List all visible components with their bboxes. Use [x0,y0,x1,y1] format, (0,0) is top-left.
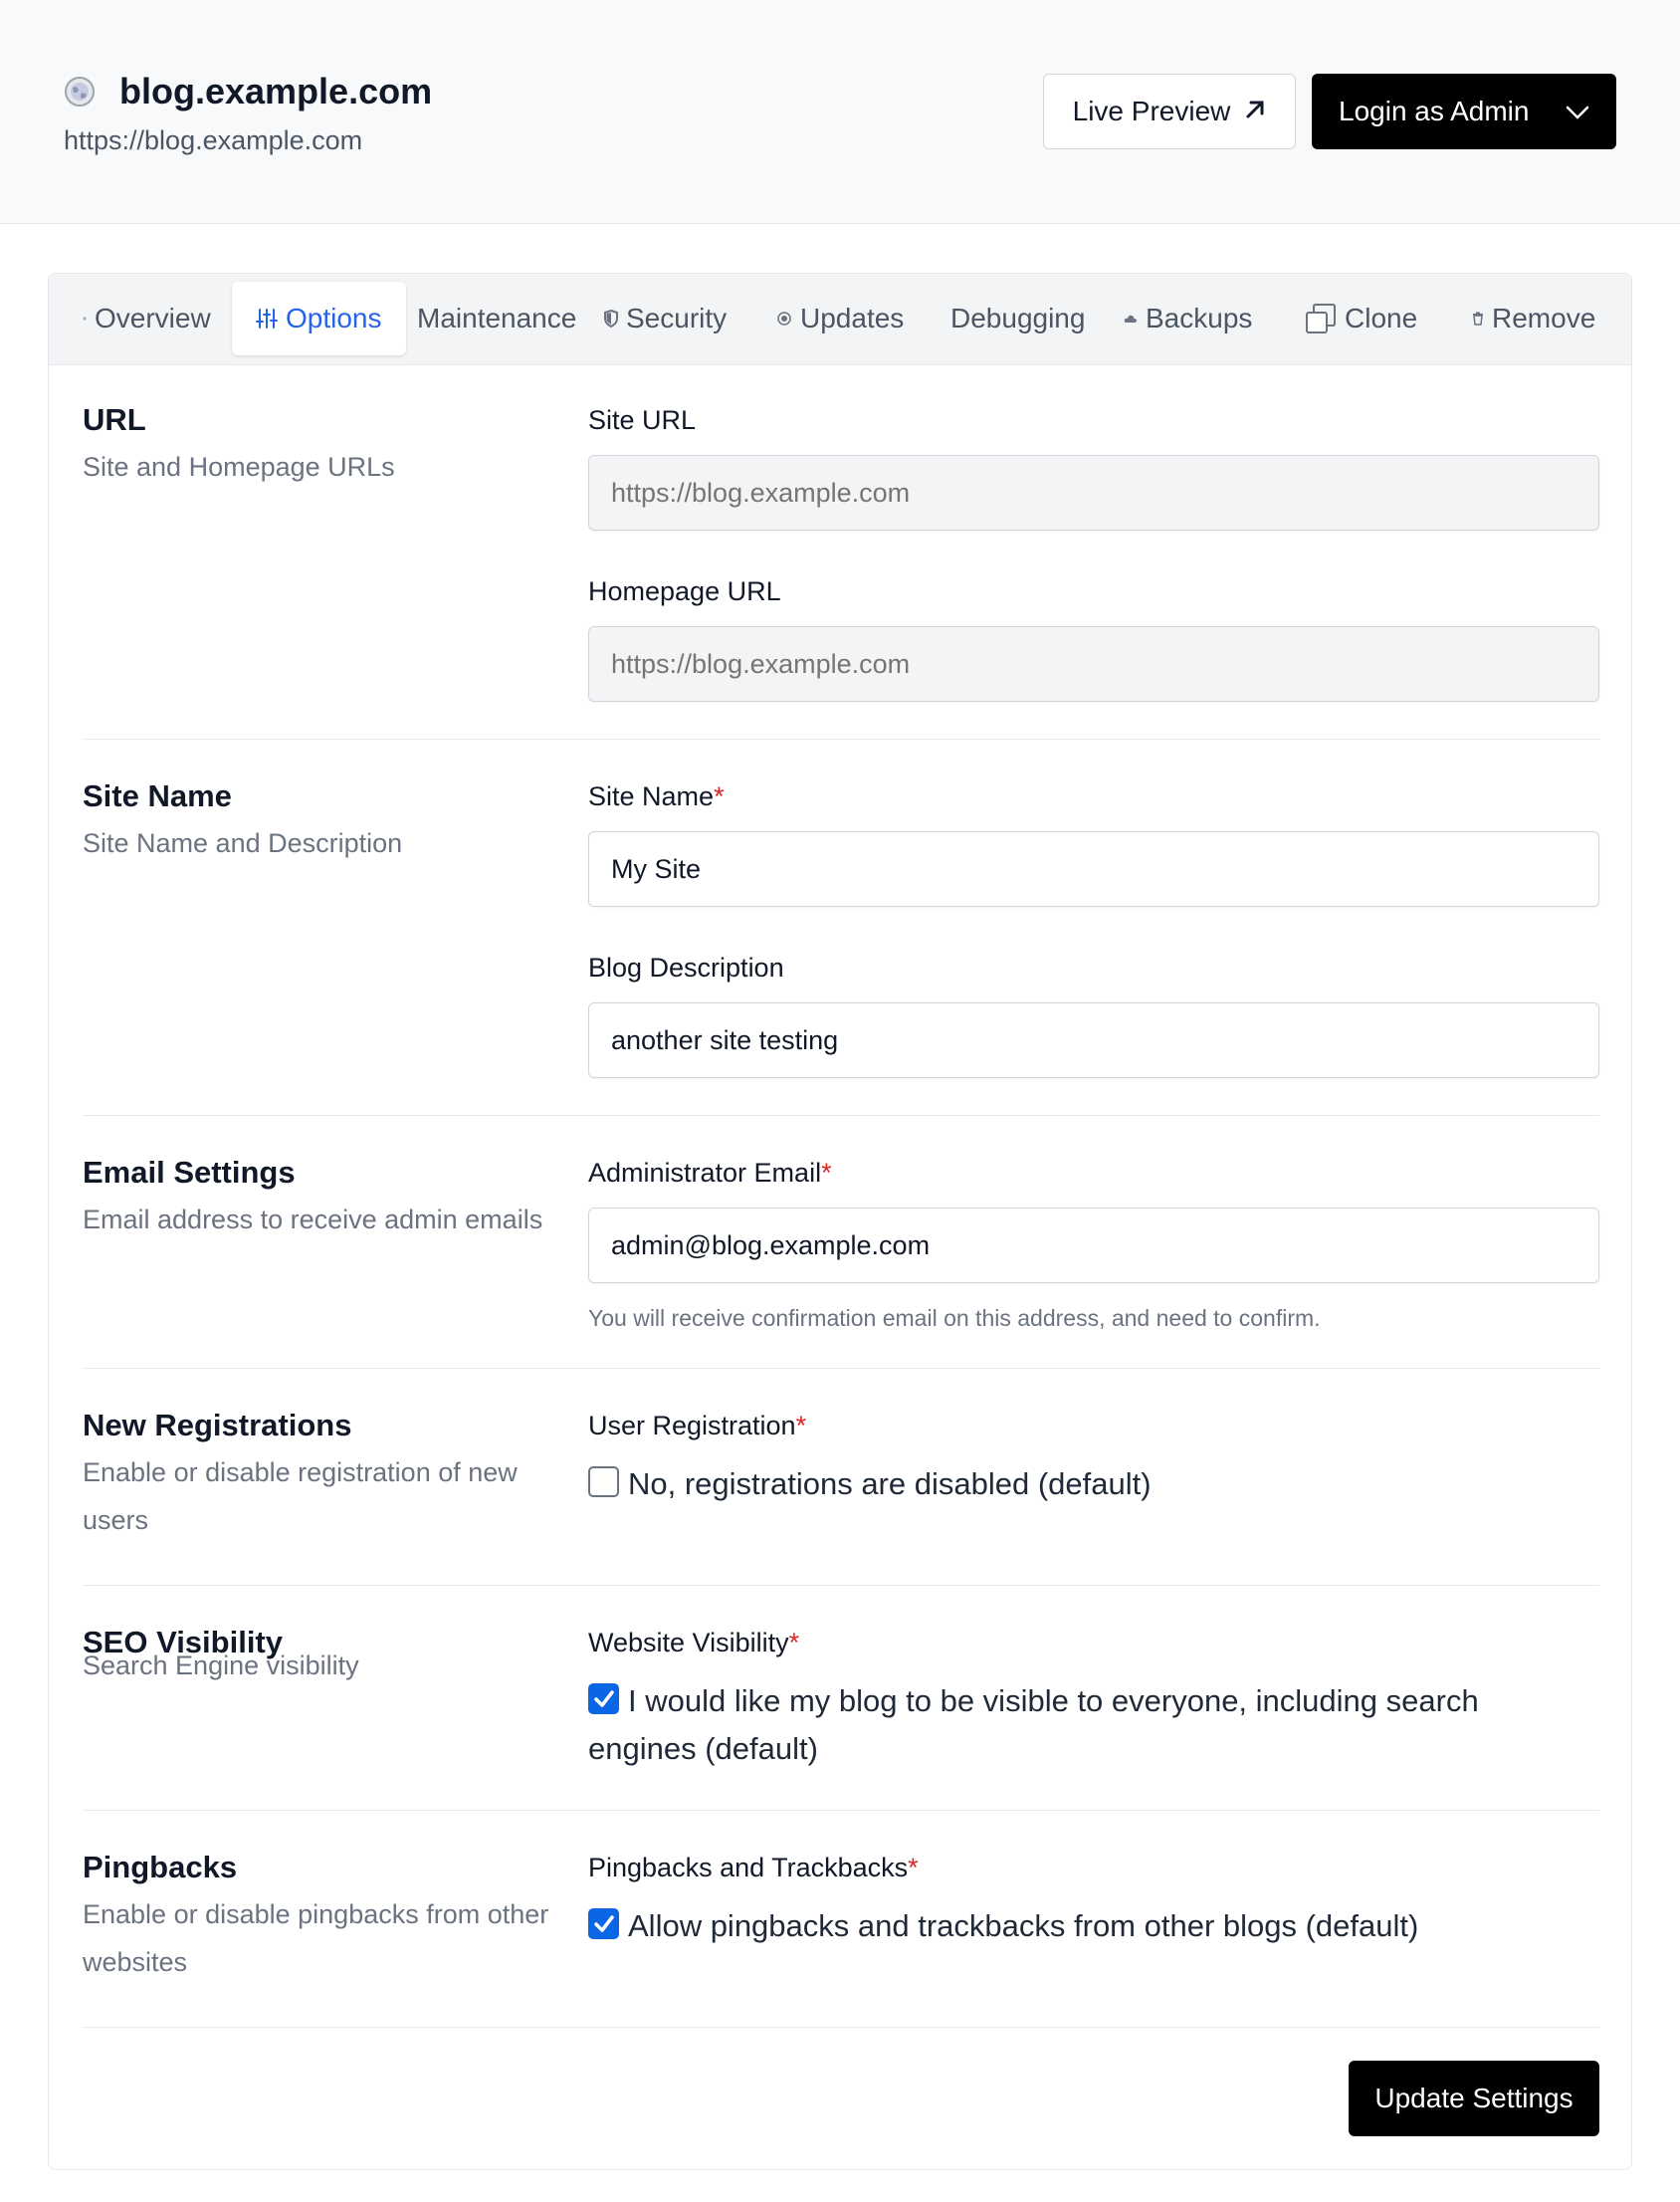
section-description: Site and Homepage URLs [83,452,395,482]
pingbacks-checkbox-label: Allow pingbacks and trackbacks from othe… [628,1908,1419,1943]
required-marker: * [908,1853,919,1882]
site-title: blog.example.com [119,71,433,111]
cloud-icon [1124,314,1138,324]
site-header: blog.example.com https://blog.example.co… [0,0,1680,224]
section-divider [83,1810,1599,1811]
homepage-url-input[interactable] [588,626,1599,702]
tab-security[interactable]: Security [604,282,727,355]
required-marker: * [795,1411,807,1440]
required-marker: * [788,1628,800,1657]
tab-label: Security [626,303,728,333]
section-title: Email Settings [83,1155,296,1190]
login-as-admin-button[interactable]: Login as Admin [1312,74,1616,149]
homepage-url-label: Homepage URL [588,576,781,606]
visibility-checkbox-label: I would like my blog to be visible to ev… [588,1683,1479,1766]
tab-bar: Overview Options Maintenance Security Up… [49,274,1631,365]
site-url-input[interactable] [588,455,1599,531]
external-link-icon [1244,96,1266,127]
trash-icon [1472,312,1484,326]
tab-label: Backups [1146,303,1253,333]
admin-email-label: Administrator Email* [588,1158,832,1188]
radio-icon [776,311,792,327]
registration-checkbox-label: No, registrations are disabled (default) [628,1466,1152,1501]
email-section: Email Settings Email address to receive … [83,1154,1599,1353]
section-divider [83,1115,1599,1116]
section-title: URL [83,402,146,437]
tab-overview[interactable]: Overview [83,282,211,355]
section-divider [83,1585,1599,1586]
section-description: Enable or disable pingbacks from other w… [83,1899,549,1977]
tab-remove[interactable]: Remove [1472,282,1595,355]
dot-icon [83,317,87,321]
copy-icon [1305,303,1337,334]
required-marker: * [821,1158,832,1188]
tab-debugging[interactable]: Debugging [950,282,1085,355]
blog-description-label: Blog Description [588,953,784,983]
live-preview-button[interactable]: Live Preview [1043,74,1296,149]
shield-icon [604,310,618,328]
site-url-label: Site URL [588,405,697,435]
site-name-label: Site Name* [588,781,725,811]
pingbacks-section: Pingbacks Enable or disable pingbacks fr… [83,1849,1599,2028]
sliders-icon [256,308,278,330]
globe-icon [64,76,96,108]
tab-label: Options [286,303,382,333]
section-divider [83,2027,1599,2028]
tab-updates[interactable]: Updates [776,282,904,355]
settings-card: Overview Options Maintenance Security Up… [48,273,1632,2170]
section-title: Pingbacks [83,1850,238,1884]
registrations-section: New Registrations Enable or disable regi… [83,1407,1599,1566]
site-name-input[interactable] [588,831,1599,907]
login-as-admin-label: Login as Admin [1339,96,1530,126]
tab-label: Clone [1345,303,1418,333]
seo-section: SEO Visibility Search Engine visibility … [83,1624,1599,1803]
user-registration-label: User Registration* [588,1411,807,1440]
section-description: Enable or disable registration of new us… [83,1457,518,1535]
section-title: New Registrations [83,1408,352,1442]
section-description: Email address to receive admin emails [83,1205,543,1234]
tab-options[interactable]: Options [232,282,406,355]
section-description: Site Name and Description [83,828,403,858]
tab-backups[interactable]: Backups [1124,282,1252,355]
section-title: Site Name [83,778,232,813]
section-description: Search Engine visibility [83,1651,359,1680]
chevron-down-icon[interactable] [1565,100,1590,123]
required-marker: * [714,781,725,811]
tab-label: Maintenance [417,303,577,333]
pingbacks-label: Pingbacks and Trackbacks* [588,1853,919,1882]
update-settings-button[interactable]: Update Settings [1349,2061,1599,2136]
live-preview-label: Live Preview [1072,96,1231,126]
tab-label: Updates [800,303,905,333]
tab-clone[interactable]: Clone [1305,282,1417,355]
site-name-section: Site Name Site Name and Description Site… [83,777,1599,1078]
website-visibility-label: Website Visibility* [588,1628,800,1657]
tab-label: Debugging [950,303,1086,333]
blog-description-input[interactable] [588,1002,1599,1078]
section-divider [83,1368,1599,1369]
tab-label: Overview [95,303,211,333]
section-divider [83,739,1599,740]
email-hint: You will receive confirmation email on t… [588,1305,1321,1331]
tab-maintenance[interactable]: Maintenance [417,282,576,355]
admin-email-input[interactable] [588,1208,1599,1283]
tab-label: Remove [1492,303,1596,333]
site-url: https://blog.example.com [64,125,363,155]
